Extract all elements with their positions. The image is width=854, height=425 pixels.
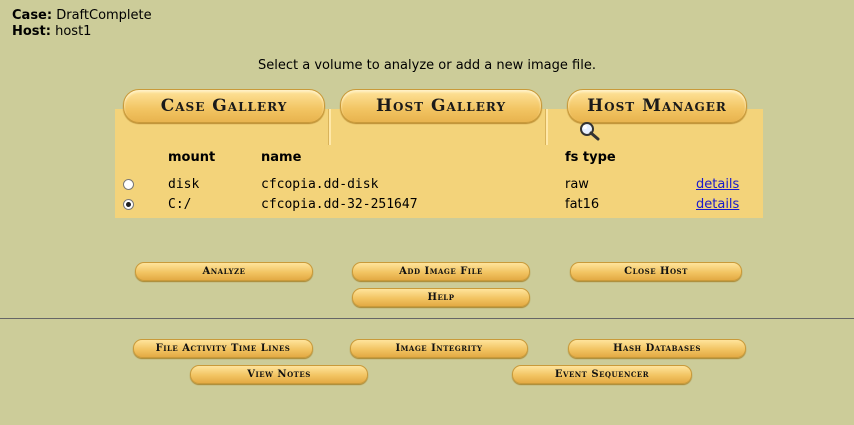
- divider-line: [0, 318, 854, 319]
- col-header-mount: mount: [168, 150, 216, 165]
- row-mount: disk: [168, 177, 200, 192]
- tab-host-manager[interactable]: Host Manager: [567, 89, 747, 123]
- file-activity-timelines-button[interactable]: File Activity Time Lines: [133, 339, 313, 358]
- instruction-text: Select a volume to analyze or add a new …: [258, 58, 596, 73]
- analyze-button[interactable]: Analyze: [135, 262, 313, 281]
- row-name: cfcopia.dd-disk: [261, 177, 379, 192]
- help-button[interactable]: Help: [352, 288, 530, 307]
- row-mount: C:/: [168, 197, 192, 212]
- details-link[interactable]: details: [696, 177, 739, 192]
- host-name: host1: [55, 24, 92, 39]
- tab-divider: [328, 109, 331, 145]
- tab-host-gallery[interactable]: Host Gallery: [340, 89, 542, 123]
- host-panel: Case Gallery Host Gallery Host Manager m…: [115, 87, 763, 218]
- col-header-fs-type: fs type: [565, 150, 616, 165]
- magnifier-icon: [580, 122, 600, 141]
- row-fs-type: raw: [565, 177, 589, 192]
- row-name: cfcopia.dd-32-251647: [261, 197, 418, 212]
- close-host-button[interactable]: Close Host: [570, 262, 742, 281]
- hash-databases-button[interactable]: Hash Databases: [568, 339, 746, 358]
- event-sequencer-button[interactable]: Event Sequencer: [512, 365, 692, 384]
- host-label: Host:: [12, 24, 51, 39]
- table-row: disk cfcopia.dd-disk raw details: [115, 175, 763, 195]
- tab-divider: [545, 109, 548, 145]
- case-label: Case:: [12, 8, 53, 23]
- tab-case-gallery[interactable]: Case Gallery: [123, 89, 325, 123]
- details-link[interactable]: details: [696, 197, 739, 212]
- case-info: Case: DraftComplete Host: host1: [12, 8, 152, 40]
- row-fs-type: fat16: [565, 197, 600, 212]
- table-row: C:/ cfcopia.dd-32-251647 fat16 details: [115, 195, 763, 215]
- case-name: DraftComplete: [56, 8, 152, 23]
- col-header-name: name: [261, 150, 302, 165]
- view-notes-button[interactable]: View Notes: [190, 365, 368, 384]
- add-image-file-button[interactable]: Add Image File: [352, 262, 530, 281]
- image-integrity-button[interactable]: Image Integrity: [350, 339, 528, 358]
- volume-radio[interactable]: [123, 199, 134, 210]
- volume-radio[interactable]: [123, 179, 134, 190]
